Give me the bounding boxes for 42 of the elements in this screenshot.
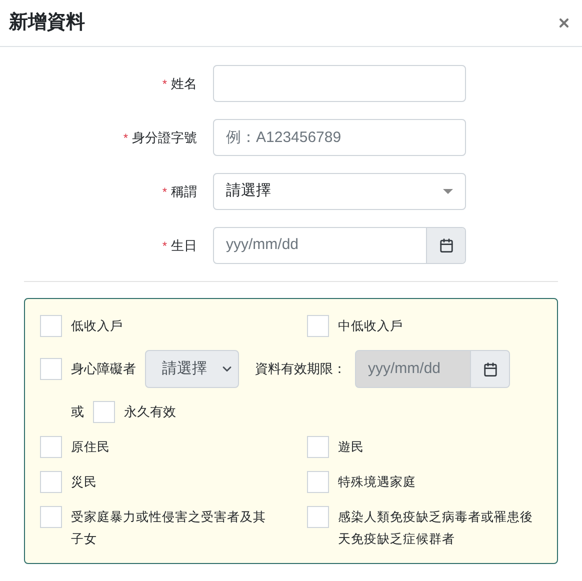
checkbox-label: 遊民: [338, 439, 364, 456]
checkbox-label: 原住民: [71, 439, 110, 456]
checkbox-label: 身心障礙者: [71, 360, 136, 378]
field-label: 稱謂: [171, 182, 197, 201]
required-mark: *: [162, 238, 167, 254]
text-field[interactable]: [213, 65, 466, 102]
or-label: 或: [71, 403, 84, 422]
close-icon[interactable]: [557, 16, 571, 30]
text-field[interactable]: 例：A123456789: [213, 119, 466, 156]
dialog-title: 新增資料: [9, 10, 85, 35]
required-mark: *: [123, 130, 128, 146]
field-label: 姓名: [171, 74, 197, 93]
checkbox-label: 永久有效: [124, 403, 176, 422]
field-label: 生日: [171, 236, 197, 255]
checkbox-label: 感染人類免疫缺乏病毒者或罹患後天免疫缺乏症候群者: [338, 509, 534, 548]
checkbox[interactable]: [40, 506, 62, 528]
select-field[interactable]: 請選擇: [213, 173, 466, 210]
checkbox-label: 低收入戶: [71, 318, 123, 335]
required-mark: *: [162, 76, 167, 92]
checkbox[interactable]: [307, 471, 329, 493]
field-label: 身分證字號: [132, 128, 197, 147]
checkbox[interactable]: [40, 471, 62, 493]
required-mark: *: [162, 184, 167, 200]
caret-icon: [443, 189, 453, 194]
disability-select[interactable]: 請選擇: [145, 350, 239, 388]
checkbox-label: 災民: [71, 474, 97, 491]
calendar-icon: [438, 238, 454, 253]
checkbox[interactable]: [307, 315, 329, 337]
checkbox-label: 受家庭暴力或性侵害之受害者及其子女: [71, 509, 267, 548]
checkbox[interactable]: [40, 436, 62, 458]
checkbox-label: 中低收入戶: [338, 318, 403, 335]
checkbox[interactable]: [307, 506, 329, 528]
checkbox[interactable]: [40, 315, 62, 337]
checkbox[interactable]: [40, 358, 62, 380]
date-field[interactable]: yyy/mm/dd: [213, 227, 466, 264]
checkbox-label: 特殊境遇家庭: [338, 474, 416, 491]
calendar-button[interactable]: [426, 228, 465, 263]
calendar-button[interactable]: [470, 351, 509, 387]
checkbox[interactable]: [93, 401, 115, 423]
calendar-icon: [482, 362, 498, 376]
expiry-label: 資料有效期限：: [255, 360, 346, 378]
checkbox[interactable]: [307, 436, 329, 458]
